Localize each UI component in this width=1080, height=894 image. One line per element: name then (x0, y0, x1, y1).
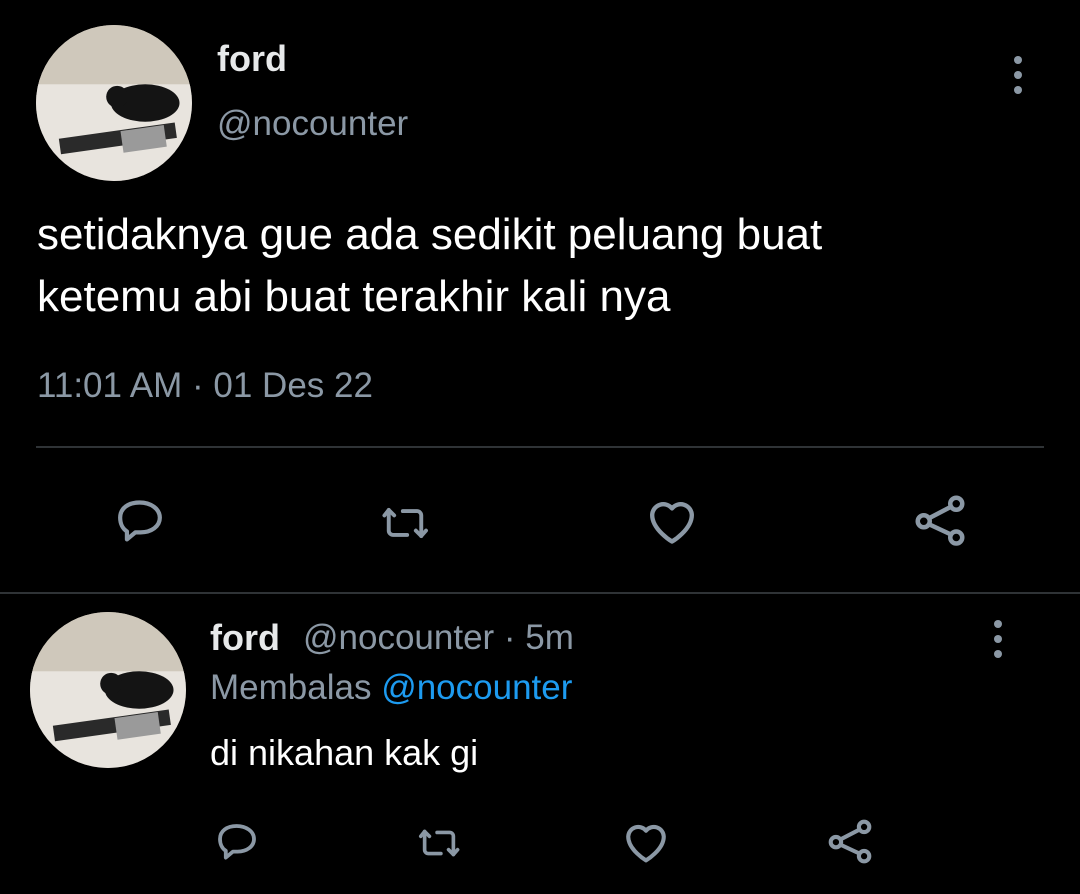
divider (36, 446, 1044, 448)
retweet-icon[interactable] (412, 820, 466, 866)
replying-label: Membalas (210, 668, 372, 707)
share-icon[interactable] (824, 815, 876, 867)
display-name[interactable]: ford (210, 617, 280, 659)
tweet-text-line-1: setidaknya gue ada sedikit peluang buat (37, 210, 823, 259)
more-options-icon[interactable] (1013, 56, 1023, 94)
timestamp[interactable]: 11:01 AM · 01 Des 22 (37, 366, 373, 406)
retweet-icon[interactable] (375, 497, 435, 549)
display-name[interactable]: ford (217, 38, 287, 80)
like-icon[interactable] (642, 492, 702, 550)
divider (0, 592, 1080, 594)
avatar[interactable] (36, 25, 192, 181)
replying-to-handle[interactable]: @nocounter (381, 668, 572, 707)
more-options-icon[interactable] (993, 620, 1003, 658)
reply-icon[interactable] (112, 492, 168, 548)
handle-and-time[interactable]: @nocounter · 5m (303, 618, 574, 658)
tweet-text-line-2: ketemu abi buat terakhir kali nya (37, 272, 671, 321)
avatar[interactable] (30, 612, 186, 768)
like-icon[interactable] (620, 816, 672, 868)
reply-text: di nikahan kak gi (210, 732, 479, 773)
share-icon[interactable] (910, 490, 970, 550)
handle[interactable]: @nocounter (217, 104, 408, 144)
replying-to: Membalas @nocounter (210, 668, 572, 708)
reply-icon[interactable] (213, 817, 261, 865)
